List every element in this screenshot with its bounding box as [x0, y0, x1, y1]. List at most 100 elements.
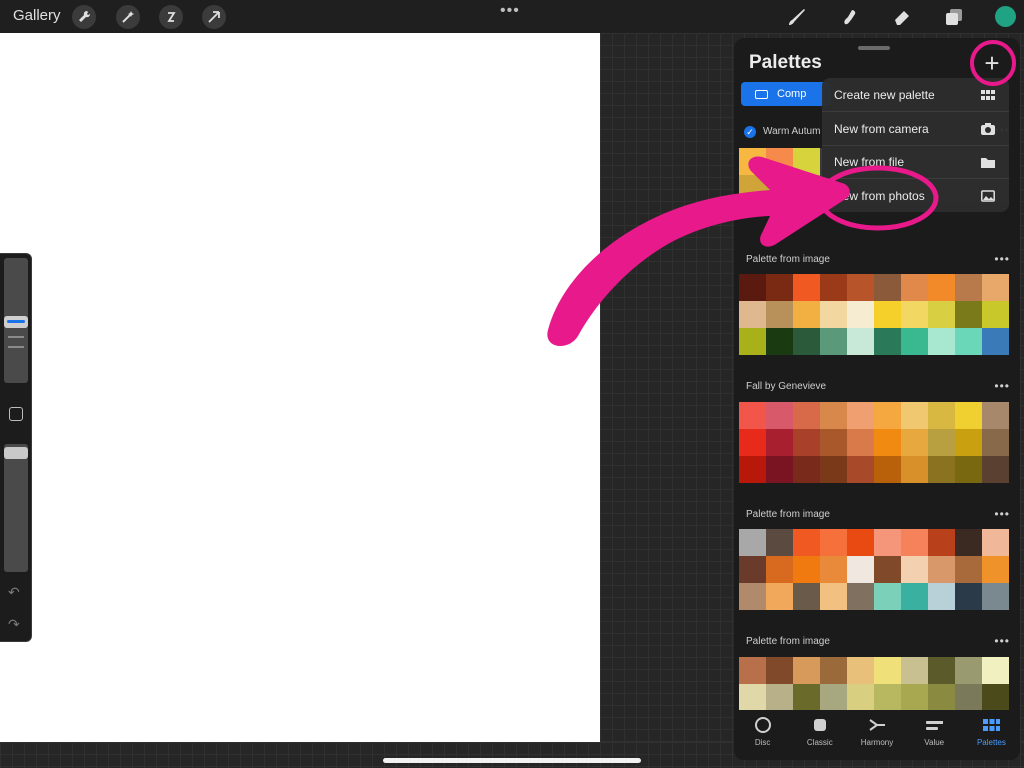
color-swatch[interactable]	[982, 684, 1009, 711]
color-swatch[interactable]	[982, 456, 1009, 483]
color-swatch[interactable]	[820, 328, 847, 355]
modify-button[interactable]	[9, 407, 23, 421]
color-swatch[interactable]	[793, 148, 820, 175]
drawing-canvas[interactable]	[0, 33, 600, 742]
color-swatch[interactable]	[820, 529, 847, 556]
color-swatch[interactable]	[847, 456, 874, 483]
color-swatch[interactable]	[766, 429, 793, 456]
color-swatch[interactable]	[820, 456, 847, 483]
color-swatch[interactable]	[820, 301, 847, 328]
color-swatch[interactable]	[793, 583, 820, 610]
color-swatch[interactable]	[766, 274, 793, 301]
color-swatch[interactable]	[901, 684, 928, 711]
color-swatch[interactable]	[793, 657, 820, 684]
color-swatch[interactable]	[847, 657, 874, 684]
opacity-slider[interactable]	[4, 444, 28, 572]
color-swatch[interactable]	[847, 583, 874, 610]
color-swatch[interactable]	[901, 583, 928, 610]
compact-view-button[interactable]: Comp	[741, 82, 831, 106]
color-swatch[interactable]	[955, 529, 982, 556]
color-swatch[interactable]	[955, 301, 982, 328]
color-swatch[interactable]	[928, 583, 955, 610]
gallery-button[interactable]: Gallery	[13, 7, 61, 24]
color-swatch[interactable]	[901, 529, 928, 556]
smudge-icon[interactable]	[838, 5, 862, 29]
color-swatch[interactable]	[901, 429, 928, 456]
color-swatch[interactable]	[982, 529, 1009, 556]
color-swatch[interactable]	[766, 684, 793, 711]
create-new-palette-item[interactable]: Create new palette	[822, 78, 1009, 111]
color-swatch[interactable]	[874, 274, 901, 301]
color-swatch[interactable]	[739, 148, 766, 175]
color-swatch[interactable]	[874, 402, 901, 429]
color-swatch[interactable]	[901, 657, 928, 684]
color-swatch[interactable]	[955, 657, 982, 684]
color-swatch[interactable]	[928, 402, 955, 429]
color-swatch[interactable]	[874, 583, 901, 610]
color-swatch[interactable]	[793, 402, 820, 429]
add-palette-button[interactable]: +	[980, 50, 1004, 76]
color-swatch[interactable]	[739, 274, 766, 301]
color-swatch[interactable]	[793, 175, 820, 202]
color-swatch[interactable]	[928, 684, 955, 711]
color-swatch[interactable]	[820, 274, 847, 301]
palette-menu-icon[interactable]: •••	[994, 379, 1010, 393]
color-swatch[interactable]	[793, 456, 820, 483]
tab-harmony[interactable]: Harmony	[848, 710, 905, 760]
color-swatch[interactable]	[766, 657, 793, 684]
color-swatch[interactable]	[766, 175, 793, 202]
color-swatch[interactable]	[766, 456, 793, 483]
home-indicator[interactable]	[383, 758, 641, 763]
tab-value[interactable]: Value	[906, 710, 963, 760]
color-swatch[interactable]	[739, 175, 766, 202]
color-swatch[interactable]	[847, 301, 874, 328]
tab-classic[interactable]: Classic	[791, 710, 848, 760]
palette-menu-icon[interactable]: •••	[994, 507, 1010, 521]
default-check-icon[interactable]: ✓	[744, 126, 756, 138]
color-swatch[interactable]	[874, 556, 901, 583]
color-swatch[interactable]	[766, 556, 793, 583]
color-swatch[interactable]	[874, 328, 901, 355]
color-swatch[interactable]	[766, 402, 793, 429]
color-swatch[interactable]	[793, 328, 820, 355]
color-swatch[interactable]	[901, 274, 928, 301]
color-swatch[interactable]	[955, 274, 982, 301]
magic-wand-icon[interactable]	[116, 5, 140, 29]
color-swatch[interactable]	[928, 328, 955, 355]
color-swatch[interactable]	[820, 429, 847, 456]
color-swatch[interactable]	[955, 556, 982, 583]
color-swatch[interactable]	[901, 456, 928, 483]
color-swatch[interactable]	[901, 301, 928, 328]
color-swatch[interactable]	[928, 456, 955, 483]
color-swatch[interactable]	[847, 556, 874, 583]
color-swatch[interactable]	[982, 556, 1009, 583]
color-swatch[interactable]	[739, 456, 766, 483]
palette-menu-icon[interactable]: •••	[994, 634, 1010, 648]
layers-icon[interactable]	[942, 5, 966, 29]
color-swatch[interactable]	[847, 684, 874, 711]
wrench-icon[interactable]	[72, 5, 96, 29]
color-swatch[interactable]	[928, 274, 955, 301]
selection-icon[interactable]	[159, 5, 183, 29]
color-swatch[interactable]	[847, 274, 874, 301]
transform-arrow-icon[interactable]	[202, 5, 226, 29]
new-from-file-item[interactable]: New from file	[822, 145, 1009, 178]
color-swatch[interactable]	[874, 529, 901, 556]
color-swatch[interactable]	[820, 556, 847, 583]
color-swatch[interactable]	[874, 301, 901, 328]
color-swatch[interactable]	[982, 274, 1009, 301]
tab-palettes[interactable]: Palettes	[963, 710, 1020, 760]
color-swatch[interactable]	[955, 456, 982, 483]
color-swatch[interactable]	[955, 583, 982, 610]
brush-size-thumb[interactable]	[4, 316, 28, 328]
color-swatch[interactable]	[739, 657, 766, 684]
tab-disc[interactable]: Disc	[734, 710, 791, 760]
new-from-photos-item[interactable]: New from photos	[822, 179, 1009, 212]
color-swatch[interactable]	[955, 402, 982, 429]
color-swatch[interactable]	[901, 556, 928, 583]
more-menu-icon[interactable]: •••	[500, 2, 520, 20]
palette-menu-icon[interactable]: •••	[994, 252, 1010, 266]
color-swatch[interactable]	[874, 429, 901, 456]
color-swatch[interactable]	[739, 402, 766, 429]
color-swatch[interactable]	[928, 556, 955, 583]
